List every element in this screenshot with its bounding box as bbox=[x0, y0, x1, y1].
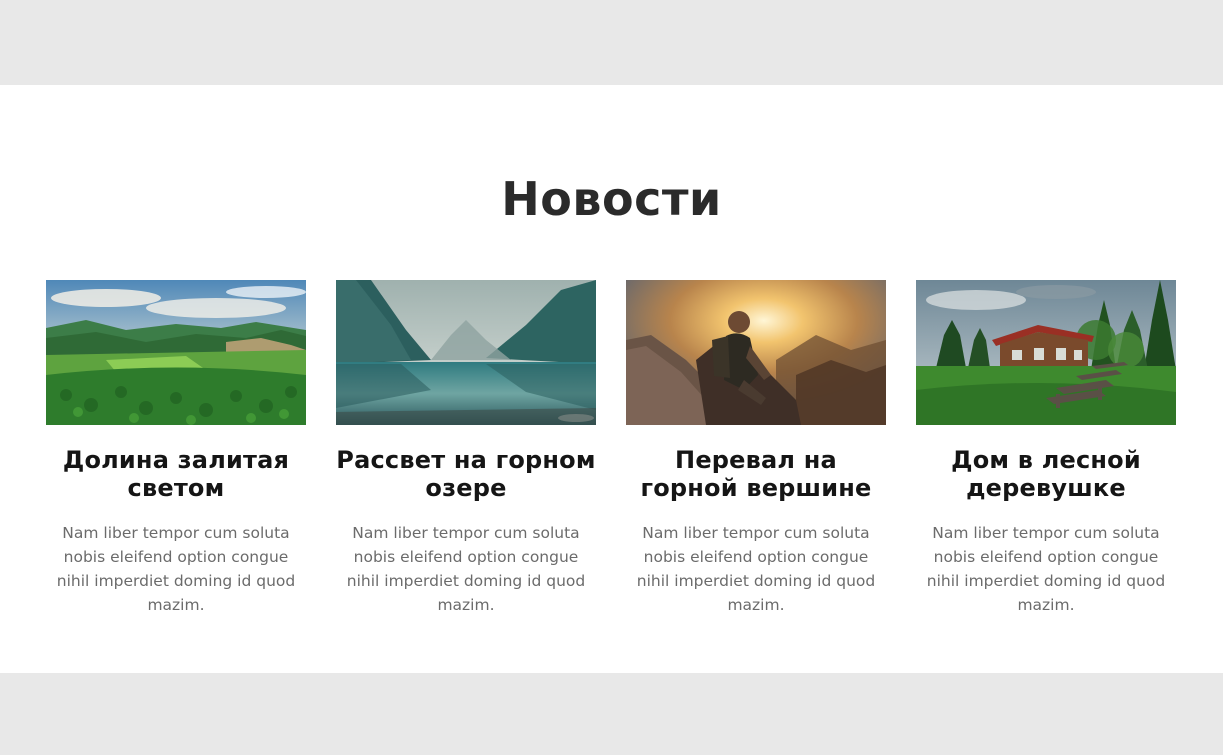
section-title: Новости bbox=[501, 172, 722, 226]
news-title[interactable]: Долина залитая светом bbox=[46, 446, 306, 502]
news-title[interactable]: Рассвет на горном озере bbox=[336, 446, 596, 502]
news-excerpt: Nam liber tempor cum soluta nobis eleife… bbox=[346, 524, 586, 614]
mountain-hiker-image[interactable] bbox=[626, 280, 886, 425]
news-title[interactable]: Дом в лесной деревушке bbox=[916, 446, 1176, 502]
news-excerpt: Nam liber tempor cum soluta nobis eleife… bbox=[636, 524, 876, 614]
news-excerpt: Nam liber tempor cum soluta nobis eleife… bbox=[56, 524, 296, 614]
news-card[interactable]: Долина залитая светом Nam liber tempor c… bbox=[46, 280, 306, 617]
forest-house-image[interactable] bbox=[916, 280, 1176, 425]
news-card[interactable]: Перевал на горной вершине Nam liber temp… bbox=[626, 280, 886, 617]
valley-landscape-image[interactable] bbox=[46, 280, 306, 425]
news-title[interactable]: Перевал на горной вершине bbox=[626, 446, 886, 502]
news-excerpt: Nam liber tempor cum soluta nobis eleife… bbox=[926, 524, 1166, 614]
news-card[interactable]: Рассвет на горном озере Nam liber tempor… bbox=[336, 280, 596, 617]
mountain-lake-image[interactable] bbox=[336, 280, 596, 425]
news-card[interactable]: Дом в лесной деревушке Nam liber tempor … bbox=[916, 280, 1176, 617]
